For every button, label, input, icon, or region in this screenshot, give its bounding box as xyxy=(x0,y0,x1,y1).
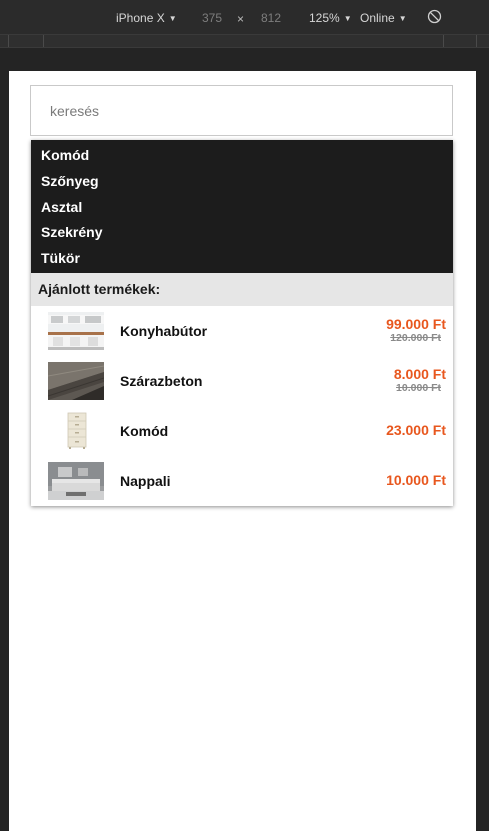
product-name: Komód xyxy=(120,422,169,439)
product-image-dresser xyxy=(48,411,104,450)
recommended-title: Ajánlott termékek: xyxy=(31,272,453,306)
product-old-price: 10.000 Ft xyxy=(396,382,441,395)
width-input[interactable]: 375 xyxy=(202,11,222,25)
product-name: Konyhabútor xyxy=(120,322,208,339)
product-name: Szárazbeton xyxy=(120,372,203,389)
product-price: 10.000 Ft xyxy=(386,472,446,489)
product-image-living-room xyxy=(48,461,104,500)
product-prices: 23.000 Ft xyxy=(386,406,446,456)
rotate-icon[interactable] xyxy=(427,9,442,27)
product-prices: 8.000 Ft 10.000 Ft xyxy=(394,356,446,406)
height-input[interactable]: 812 xyxy=(261,11,281,25)
suggestion-item[interactable]: Komód xyxy=(31,143,453,169)
search-input[interactable] xyxy=(30,85,453,136)
devtools-toolbar: iPhone X ▼ 375 × 812 125% ▼ Online ▼ xyxy=(0,0,489,34)
product-image-kitchen xyxy=(48,311,104,350)
zoom-value: 125% xyxy=(309,11,340,25)
product-old-price: 120.000 Ft xyxy=(390,332,441,345)
device-select[interactable]: iPhone X ▼ xyxy=(116,11,177,25)
product-prices: 10.000 Ft xyxy=(386,456,446,506)
product-price: 23.000 Ft xyxy=(386,422,446,439)
product-price: 8.000 Ft xyxy=(393,366,446,383)
product-name: Nappali xyxy=(120,472,171,489)
device-viewport: Komód Szőnyeg Asztal Szekrény Tükör Aján… xyxy=(9,71,476,831)
times-label: × xyxy=(237,12,245,26)
search-dropdown: Komód Szőnyeg Asztal Szekrény Tükör Aján… xyxy=(31,140,453,506)
product-item[interactable]: Komód 23.000 Ft xyxy=(31,406,453,456)
device-name: iPhone X xyxy=(116,11,165,25)
product-item[interactable]: Szárazbeton 8.000 Ft 10.000 Ft xyxy=(31,356,453,406)
chevron-down-icon: ▼ xyxy=(398,14,407,23)
zoom-select[interactable]: 125% ▼ xyxy=(309,11,352,25)
product-prices: 99.000 Ft 120.000 Ft xyxy=(386,306,446,356)
network-value: Online xyxy=(360,11,395,25)
suggestion-item[interactable]: Szekrény xyxy=(31,220,453,246)
suggestion-item[interactable]: Asztal xyxy=(31,195,453,221)
product-price: 99.000 Ft xyxy=(386,316,446,333)
chevron-down-icon: ▼ xyxy=(168,14,177,23)
network-select[interactable]: Online ▼ xyxy=(360,11,407,25)
suggestion-list: Komód Szőnyeg Asztal Szekrény Tükör xyxy=(31,140,453,273)
suggestion-item[interactable]: Szőnyeg xyxy=(31,169,453,195)
product-item[interactable]: Nappali 10.000 Ft xyxy=(31,456,453,506)
product-image-concrete xyxy=(48,361,104,400)
product-item[interactable]: Konyhabútor 99.000 Ft 120.000 Ft xyxy=(31,306,453,356)
suggestion-item[interactable]: Tükör xyxy=(31,246,453,272)
chevron-down-icon: ▼ xyxy=(343,14,352,23)
media-query-bar xyxy=(0,34,489,48)
